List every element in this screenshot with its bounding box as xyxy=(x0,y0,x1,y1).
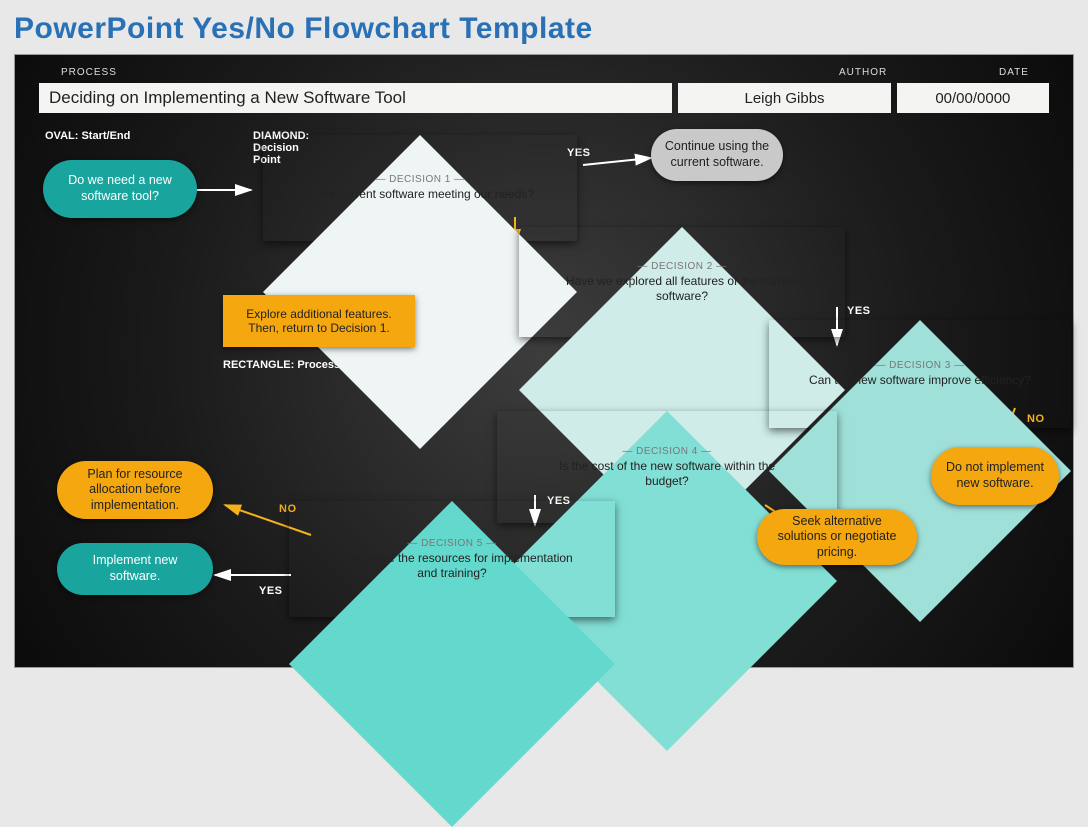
d1-question: Is the current software meeting our need… xyxy=(306,187,534,201)
d5-tag: — DECISION 5 — xyxy=(407,538,496,549)
d4-tag: — DECISION 4 — xyxy=(622,446,711,457)
d2-question: Have we explored all features of the cur… xyxy=(558,274,806,303)
node-start[interactable]: Do we need a new software tool? xyxy=(43,160,197,218)
node-plan-resources[interactable]: Plan for resource allocation before impl… xyxy=(57,461,213,519)
node-decision-5[interactable]: — DECISION 5 — Do we have the resources f… xyxy=(289,501,615,617)
node-decision-1[interactable]: — DECISION 1 — Is the current software me… xyxy=(263,135,577,241)
d1-tag: — DECISION 1 — xyxy=(375,174,464,185)
node-implement[interactable]: Implement new software. xyxy=(57,543,213,595)
yn-d5-yes: YES xyxy=(259,585,283,597)
node-do-not-implement[interactable]: Do not implement new software. xyxy=(931,447,1059,505)
d4-question: Is the cost of the new software within t… xyxy=(538,459,796,488)
page-title: PowerPoint Yes/No Flowchart Template xyxy=(14,12,1074,46)
yn-d2-yes: YES xyxy=(847,305,871,317)
d2-tag: — DECISION 2 — xyxy=(637,261,726,272)
node-explore[interactable]: Explore additional features. Then, retur… xyxy=(223,295,415,347)
flowchart-canvas: PROCESS AUTHOR DATE Deciding on Implemen… xyxy=(14,54,1074,668)
d5-question: Do we have the resources for implementat… xyxy=(328,551,576,580)
d3-question: Can the new software improve efficiency? xyxy=(809,373,1031,387)
node-continue[interactable]: Continue using the current software. xyxy=(651,129,783,181)
node-seek-alternative[interactable]: Seek alternative solutions or negotiate … xyxy=(757,509,917,565)
d3-tag: — DECISION 3 — xyxy=(875,360,964,371)
